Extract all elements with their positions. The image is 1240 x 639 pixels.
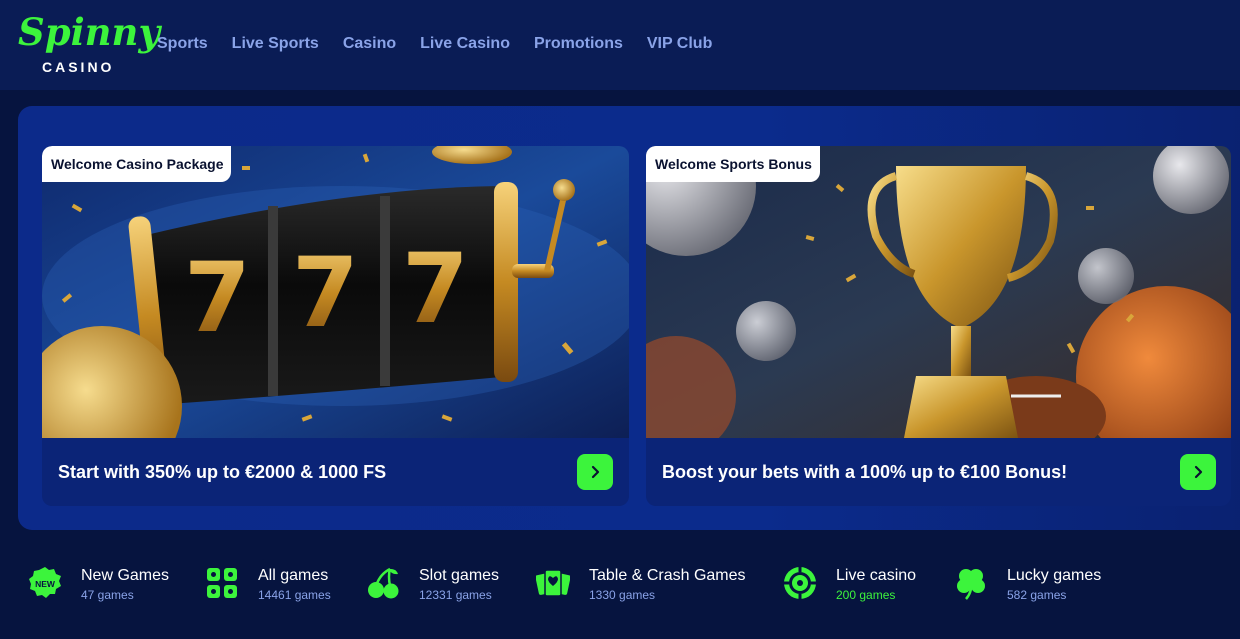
promo-tag: Welcome Sports Bonus — [646, 146, 820, 182]
main-nav: Sports Live Sports Casino Live Casino Pr… — [157, 33, 736, 55]
nav-sports[interactable]: Sports — [157, 33, 208, 55]
category-lucky-games[interactable]: Lucky games 582 games — [954, 562, 1114, 608]
chevron-right-icon — [1194, 465, 1203, 479]
grid-icon — [207, 568, 237, 598]
category-all-games[interactable]: All games 14461 games — [205, 562, 345, 608]
chevron-right-icon — [591, 465, 600, 479]
category-count: 14461 games — [258, 588, 331, 602]
nav-casino[interactable]: Casino — [343, 33, 396, 55]
cards-icon — [536, 569, 570, 597]
promo-caption: Boost your bets with a 100% up to €100 B… — [662, 462, 1068, 482]
category-name: Slot games — [419, 567, 500, 584]
promo-tag: Welcome Casino Package — [42, 146, 232, 182]
spinny-casino-logo[interactable]: Spinny CASINO — [18, 10, 160, 76]
slot-machine-illustration: 7 7 7 — [42, 146, 629, 438]
nav-promotions[interactable]: Promotions — [534, 33, 623, 55]
category-name: Table & Crash Games — [589, 567, 746, 584]
nav-live-sports[interactable]: Live Sports — [232, 33, 319, 55]
nav-live-casino[interactable]: Live Casino — [420, 33, 510, 55]
category-count: 47 games — [81, 588, 134, 602]
slot-seven-1: 7 — [184, 242, 251, 354]
clover-icon — [957, 569, 985, 600]
slot-seven-2: 7 — [292, 237, 359, 349]
category-name: All games — [258, 567, 329, 584]
logo-subtitle: CASINO — [42, 59, 115, 75]
new-badge-icon: NEW — [29, 567, 61, 598]
promo-card-sports[interactable]: Welcome Sports Bonus Boost your bets wit… — [646, 146, 1231, 506]
promo-caption: Start with 350% up to €2000 & 1000 FS — [58, 462, 387, 482]
site-header: Spinny CASINO Sports Live Sports Casino … — [0, 0, 1240, 90]
category-table-crash-games[interactable]: Table & Crash Games 1330 games — [536, 562, 766, 608]
nav-vip-club[interactable]: VIP Club — [647, 33, 713, 55]
category-count: 1330 games — [589, 588, 656, 602]
slot-seven-3: 7 — [402, 233, 469, 345]
category-name: New Games — [81, 567, 170, 584]
category-name: Live casino — [836, 567, 917, 584]
category-slot-games[interactable]: Slot games 12331 games — [366, 562, 516, 608]
cherries-icon — [368, 567, 399, 599]
roulette-icon — [784, 567, 816, 599]
svg-text:NEW: NEW — [35, 579, 56, 589]
promo-arrow-button[interactable] — [577, 454, 613, 490]
logo-wordmark: Spinny — [18, 10, 160, 54]
category-name: Lucky games — [1007, 567, 1102, 584]
promo-card-casino[interactable]: 7 7 7 Welcome Casino Package Start with … — [42, 146, 629, 506]
category-count: 12331 games — [419, 588, 492, 602]
promo-arrow-button[interactable] — [1180, 454, 1216, 490]
category-count: 582 games — [1007, 588, 1067, 602]
trophy-illustration — [646, 146, 1231, 438]
category-live-casino[interactable]: Live casino 200 games — [783, 562, 933, 608]
category-new-games[interactable]: NEW New Games 47 games — [28, 562, 178, 608]
category-count: 200 games — [836, 588, 896, 602]
